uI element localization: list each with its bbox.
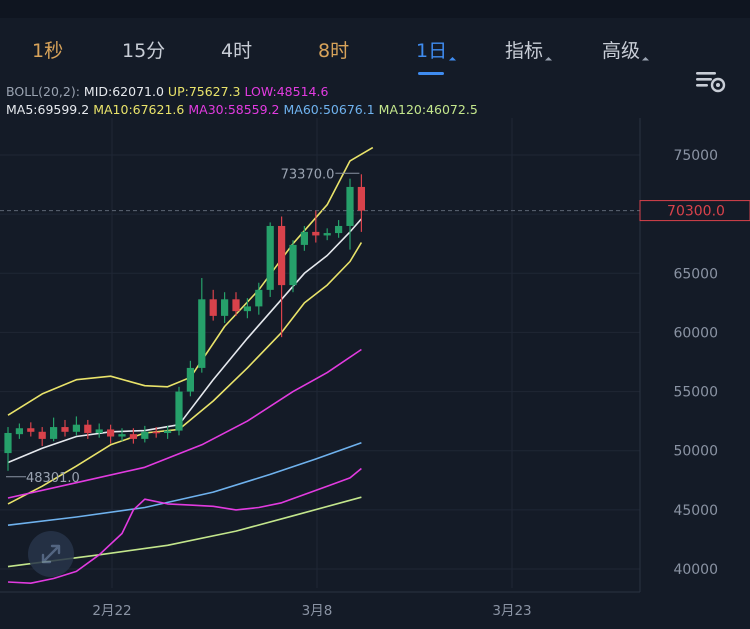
candle-body: [335, 225, 343, 234]
selected-tab-underline: [418, 72, 444, 75]
tab-indicators[interactable]: 指标: [505, 36, 553, 65]
boll-legend: BOLL(20,2): MID:62071.0 UP:75627.3 LOW:4851…: [6, 84, 332, 99]
low-price-label: 48301.0: [26, 471, 80, 486]
high-price-label: 73370.0: [281, 167, 335, 182]
ma30-value: MA30:58559.2: [188, 102, 280, 117]
candle-body: [129, 434, 137, 439]
y-tick-label: 50000: [673, 444, 718, 460]
expand-chart-button[interactable]: [28, 531, 74, 577]
line-low: [7, 242, 363, 505]
tab-label: 4时: [221, 40, 253, 62]
y-tick-label: 75000: [673, 148, 718, 164]
candle-body: [15, 428, 23, 435]
candle-body: [278, 225, 286, 286]
boll-low: LOW:48514.6: [244, 84, 329, 99]
candle-body: [95, 429, 103, 433]
status-bar: [0, 0, 750, 18]
candle-body: [300, 231, 308, 245]
tab-label: 15分: [122, 40, 166, 62]
x-tick-label: 3月8: [302, 603, 333, 619]
candle-body: [198, 299, 206, 368]
boll-mid: MID:62071.0: [83, 84, 164, 99]
tab-label: 1秒: [32, 40, 64, 62]
candle-body: [38, 431, 46, 439]
candle-body: [27, 428, 35, 432]
candle-body: [232, 299, 240, 312]
candle-body: [50, 427, 58, 439]
y-tick-label: 45000: [673, 503, 718, 519]
candle-body: [175, 391, 183, 431]
candle-body: [141, 431, 149, 439]
candle-body: [164, 430, 172, 433]
candle-body: [61, 427, 69, 432]
timeframe-tabs: 1秒 15分 4时 8时 1日 指标 高级: [0, 30, 750, 93]
tab-4h[interactable]: 4时: [221, 36, 252, 63]
ma5-value: MA5:69599.2: [6, 102, 90, 117]
boll-up: UP:75627.3: [167, 84, 241, 99]
ma-legend: MA5:69599.2 MA10:67621.6 MA30:58559.2 MA60:…: [6, 102, 482, 117]
tab-1s[interactable]: 1秒: [32, 36, 63, 63]
x-tick-label: 2月22: [92, 603, 131, 619]
tab-label: 指标: [505, 40, 544, 62]
tab-15m[interactable]: 15分: [122, 36, 165, 63]
candle-body: [186, 367, 194, 392]
candle-body: [152, 431, 160, 434]
ma120-value: MA120:46072.5: [378, 102, 478, 117]
expand-arrows-icon: [41, 544, 61, 564]
candle-body: [323, 233, 331, 236]
candle-body: [243, 306, 251, 312]
candle-body: [72, 424, 80, 432]
candle-body: [255, 289, 263, 307]
candle-body: [346, 186, 354, 226]
ma60-value: MA60:50676.1: [283, 102, 375, 117]
y-tick-label: 55000: [673, 385, 718, 401]
dropdown-caret-icon: [449, 56, 457, 65]
tab-advanced[interactable]: 高级: [602, 36, 650, 65]
dropdown-caret-icon: [641, 56, 650, 65]
line-mid: [7, 218, 363, 464]
tab-label: 1日: [416, 40, 448, 62]
candle-body: [107, 429, 115, 437]
candle-body: [84, 424, 92, 433]
candlestick-chart[interactable]: 7500070000650006000055000500004500040000…: [0, 118, 750, 629]
candle-body: [209, 299, 217, 316]
candle-body: [4, 432, 12, 454]
candle-body: [118, 434, 126, 437]
candle-body: [221, 299, 229, 316]
candle-body: [289, 244, 297, 286]
y-tick-label: 40000: [673, 562, 718, 578]
tab-label: 高级: [602, 40, 641, 62]
y-tick-label: 65000: [673, 266, 718, 282]
candle-body: [357, 186, 365, 211]
x-tick-label: 3月23: [492, 603, 531, 619]
chart-settings-icon[interactable]: [694, 66, 728, 96]
tab-1d[interactable]: 1日: [416, 36, 457, 65]
candle-body: [266, 225, 274, 290]
tab-8h[interactable]: 8时: [318, 36, 349, 63]
y-tick-label: 60000: [673, 325, 718, 341]
tab-label: 8时: [318, 40, 350, 62]
ma10-value: MA10:67621.6: [93, 102, 185, 117]
boll-label: BOLL(20,2):: [6, 84, 80, 99]
current-price-label: 70300.0: [667, 204, 725, 220]
dropdown-caret-icon: [544, 56, 553, 65]
candle-body: [312, 231, 320, 236]
